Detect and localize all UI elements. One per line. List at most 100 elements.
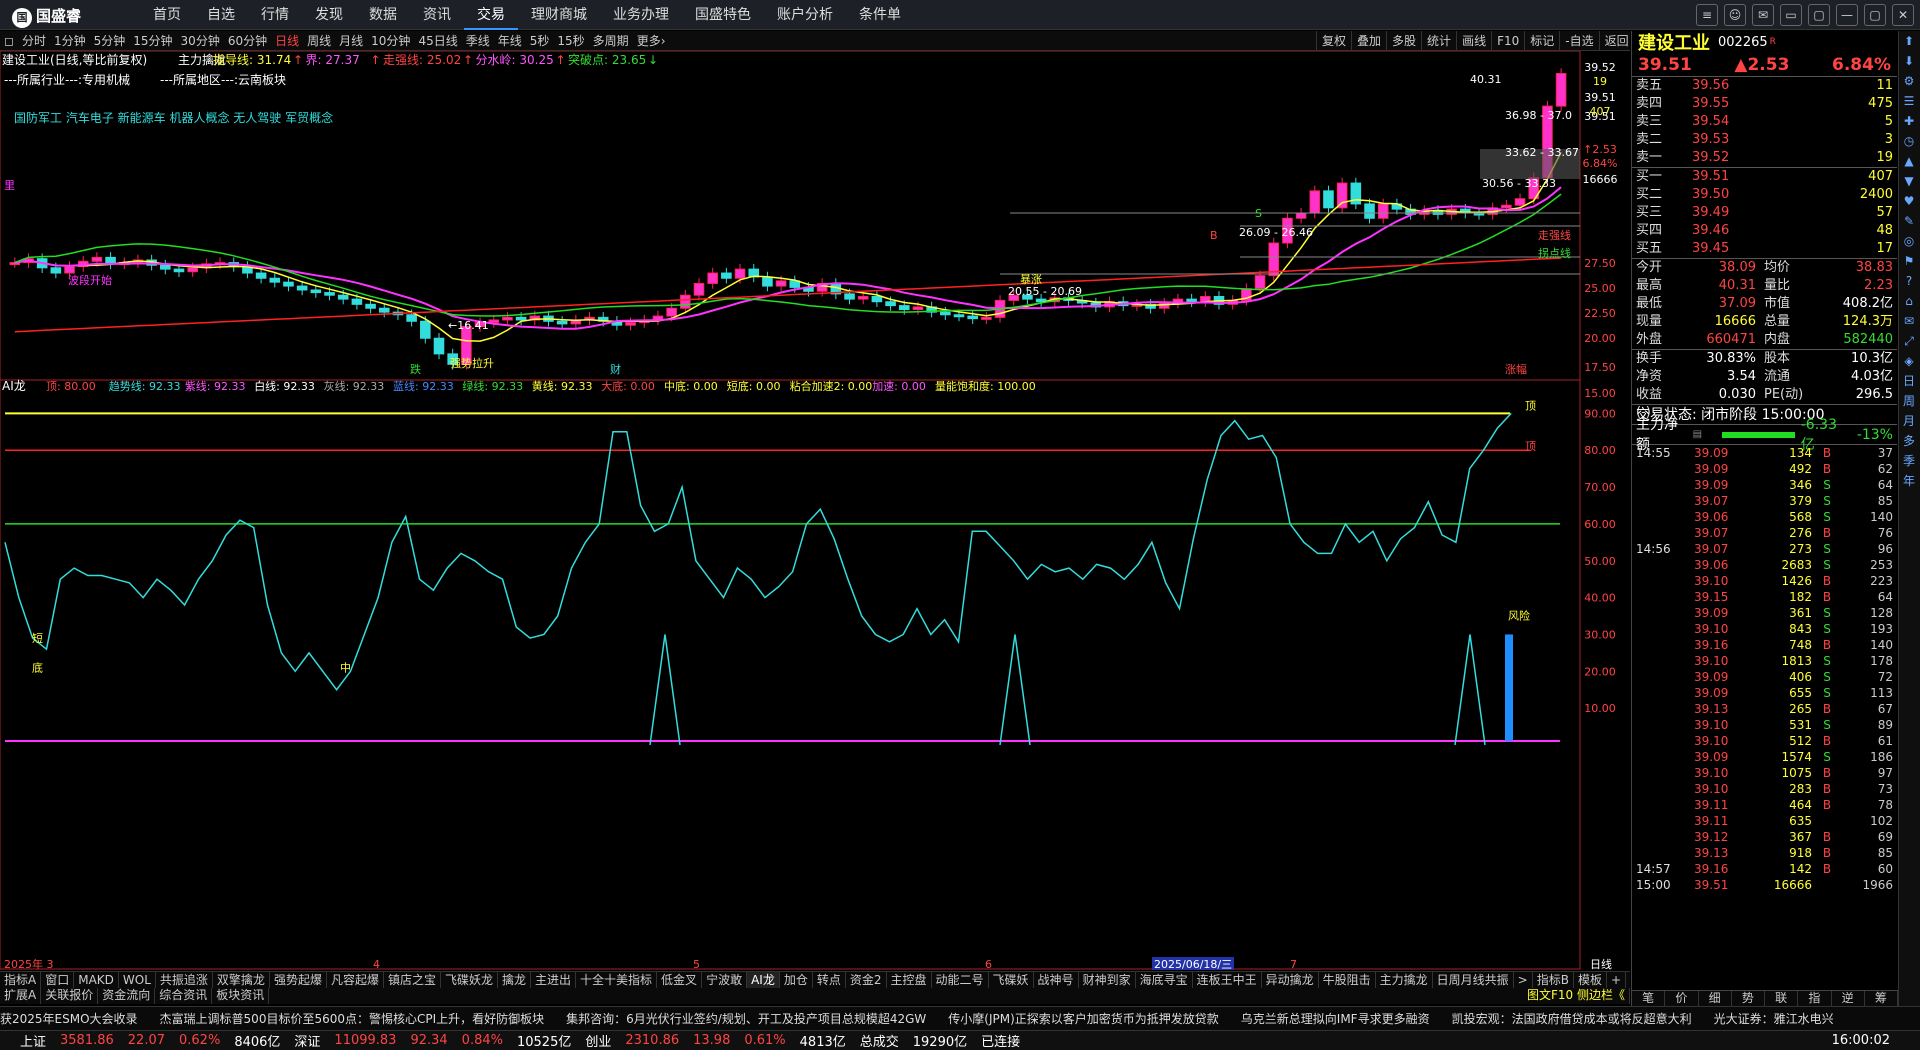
period-tab-15[interactable]: 多周期 — [589, 32, 633, 49]
window-button-icon-5[interactable]: — — [1836, 4, 1858, 26]
menu-item-3[interactable]: 发现 — [302, 0, 356, 30]
chart-button-8[interactable]: 返回 — [1598, 31, 1634, 51]
menu-item-11[interactable]: 条件单 — [846, 0, 914, 30]
menu-item-10[interactable]: 账户分析 — [764, 0, 846, 30]
quote-tab-4[interactable]: 联 — [1765, 991, 1799, 1006]
candle[interactable] — [953, 314, 965, 318]
side-icon-21[interactable]: 季 — [1899, 451, 1919, 471]
menu-item-4[interactable]: 数据 — [356, 0, 410, 30]
candle[interactable] — [1323, 190, 1334, 209]
side-icon-13[interactable]: ⌂ — [1899, 291, 1919, 311]
indicator-tab-14[interactable]: 宁波敢 — [702, 972, 748, 988]
candle[interactable] — [1501, 204, 1512, 209]
period-tab-12[interactable]: 年线 — [494, 32, 526, 49]
chart-button-4[interactable]: 画线 — [1456, 31, 1491, 51]
candle[interactable] — [912, 306, 924, 311]
indicator-tab-27[interactable]: 牛股阻击 — [1319, 972, 1376, 988]
candle[interactable] — [255, 272, 267, 279]
indicator-tab-21[interactable]: 飞碟妖 — [989, 972, 1034, 988]
candle[interactable] — [488, 319, 500, 324]
candle[interactable] — [160, 264, 171, 270]
candle[interactable] — [885, 301, 896, 307]
quote-tab-2[interactable]: 细 — [1699, 991, 1732, 1006]
candle[interactable] — [844, 293, 855, 300]
indicator-tab-9[interactable]: 飞碟妖龙 — [441, 972, 498, 988]
chart-button-2[interactable]: 多股 — [1386, 31, 1421, 51]
chart-button-1[interactable]: 叠加 — [1351, 31, 1386, 51]
period-tab-3[interactable]: 15分钟 — [129, 32, 176, 49]
indicator-tab-1[interactable]: 窗口 — [41, 972, 75, 988]
indicator-tab-20[interactable]: 动能二号 — [932, 972, 989, 988]
side-icon-2[interactable]: ⚙ — [1899, 71, 1919, 91]
quote-tab-3[interactable]: 势 — [1732, 991, 1765, 1006]
indicator-tab-25[interactable]: 连板王中王 — [1193, 972, 1262, 988]
candle[interactable] — [310, 289, 322, 294]
side-icon-12[interactable]: ? — [1899, 271, 1919, 291]
period-tab-7[interactable]: 周线 — [303, 32, 335, 49]
indicator-tab-15[interactable]: AI龙 — [747, 972, 780, 988]
period-tab-2[interactable]: 5分钟 — [90, 32, 130, 49]
candle[interactable] — [1364, 203, 1375, 219]
period-tab-6[interactable]: 日线 — [271, 32, 303, 49]
candle[interactable] — [666, 307, 677, 317]
quote-tab-7[interactable]: 筹 — [1865, 991, 1898, 1006]
side-icon-8[interactable]: ♥ — [1899, 191, 1919, 211]
indicator-tab-34[interactable]: - — [1626, 972, 1630, 988]
candle[interactable] — [1186, 298, 1197, 303]
indicator-tab-2[interactable]: MAKD — [74, 972, 119, 988]
period-tab-14[interactable]: 15秒 — [553, 32, 588, 49]
side-icon-7[interactable]: ▼ — [1899, 171, 1919, 191]
indicator-tab-29[interactable]: 日周月线共振 — [1433, 972, 1514, 988]
indicator-tab-19[interactable]: 主控盘 — [887, 972, 932, 988]
window-button-icon-6[interactable]: ▢ — [1864, 4, 1886, 26]
candle[interactable] — [1336, 182, 1348, 209]
side-icon-3[interactable]: ☰ — [1899, 91, 1919, 111]
candle[interactable] — [693, 282, 705, 296]
candle[interactable] — [378, 307, 390, 313]
candle[interactable] — [187, 267, 198, 273]
window-button-icon-3[interactable]: ▭ — [1780, 4, 1802, 26]
candle[interactable] — [762, 276, 773, 287]
news-item[interactable]: 乌克兰新总理拟向IMF寻求更多融资 — [1241, 1007, 1452, 1030]
menu-item-6[interactable]: 交易 — [464, 0, 518, 30]
window-button-icon-0[interactable]: ≡ — [1696, 4, 1718, 26]
candle[interactable] — [940, 311, 951, 316]
indicator-tab-7[interactable]: 凡容起爆 — [327, 972, 384, 988]
period-tab-4[interactable]: 30分钟 — [177, 32, 224, 49]
bottom-tab-4[interactable]: 板块资讯 — [212, 988, 270, 1004]
orderbook-row[interactable]: 卖三 39.54 5 — [1632, 113, 1897, 131]
news-item[interactable]: 传小摩(JPM)正探索以客户加密货币为抵押发放贷款 — [948, 1007, 1241, 1030]
indicator-tab-24[interactable]: 海底寻宝 — [1136, 972, 1193, 988]
orderbook-row[interactable]: 卖四 39.55 475 — [1632, 95, 1897, 113]
period-tab-1[interactable]: 1分钟 — [50, 32, 90, 49]
side-icon-22[interactable]: 年 — [1899, 471, 1919, 491]
candle[interactable] — [296, 285, 308, 291]
candle[interactable] — [283, 281, 294, 287]
candle[interactable] — [173, 268, 185, 273]
period-tab-16[interactable]: 更多› — [633, 32, 670, 49]
bottom-tab-1[interactable]: 关联报价 — [41, 988, 99, 1004]
side-icon-16[interactable]: ◈ — [1899, 351, 1919, 371]
side-icon-5[interactable]: ◷ — [1899, 131, 1919, 151]
indicator-tab-30[interactable]: > — [1514, 972, 1533, 988]
chart-button-7[interactable]: -自选 — [1559, 31, 1598, 51]
indicator-tab-23[interactable]: 财神到家 — [1079, 972, 1136, 988]
menu-item-9[interactable]: 国盛特色 — [682, 0, 764, 30]
orderbook-row[interactable]: 买三 39.49 57 — [1632, 204, 1897, 222]
chart-button-3[interactable]: 统计 — [1421, 31, 1456, 51]
candle[interactable] — [1555, 73, 1567, 107]
news-item[interactable]: 凯投宏观：法国政府借贷成本或将反超意大利 — [1452, 1007, 1714, 1030]
chart-button-0[interactable]: 复权 — [1316, 31, 1351, 51]
menu-item-1[interactable]: 自选 — [194, 0, 248, 30]
candle[interactable] — [981, 316, 992, 320]
candle[interactable] — [898, 305, 910, 311]
indicator-tab-17[interactable]: 转点 — [813, 972, 846, 988]
period-tab-8[interactable]: 月线 — [335, 32, 367, 49]
news-item[interactable]: 杰富瑞上调标普500目标价至5600点：警惕核心CPI上升，看好防御板块 — [160, 1007, 567, 1030]
candle[interactable] — [351, 298, 363, 305]
news-item[interactable]: 光大证券：雅江水电兴 — [1714, 1007, 1856, 1030]
indicator-tab-18[interactable]: 资金2 — [846, 972, 887, 988]
period-tab-0[interactable]: 分时 — [18, 32, 50, 49]
orderbook-row[interactable]: 买五 39.45 17 — [1632, 240, 1897, 258]
side-icon-10[interactable]: ◎ — [1899, 231, 1919, 251]
